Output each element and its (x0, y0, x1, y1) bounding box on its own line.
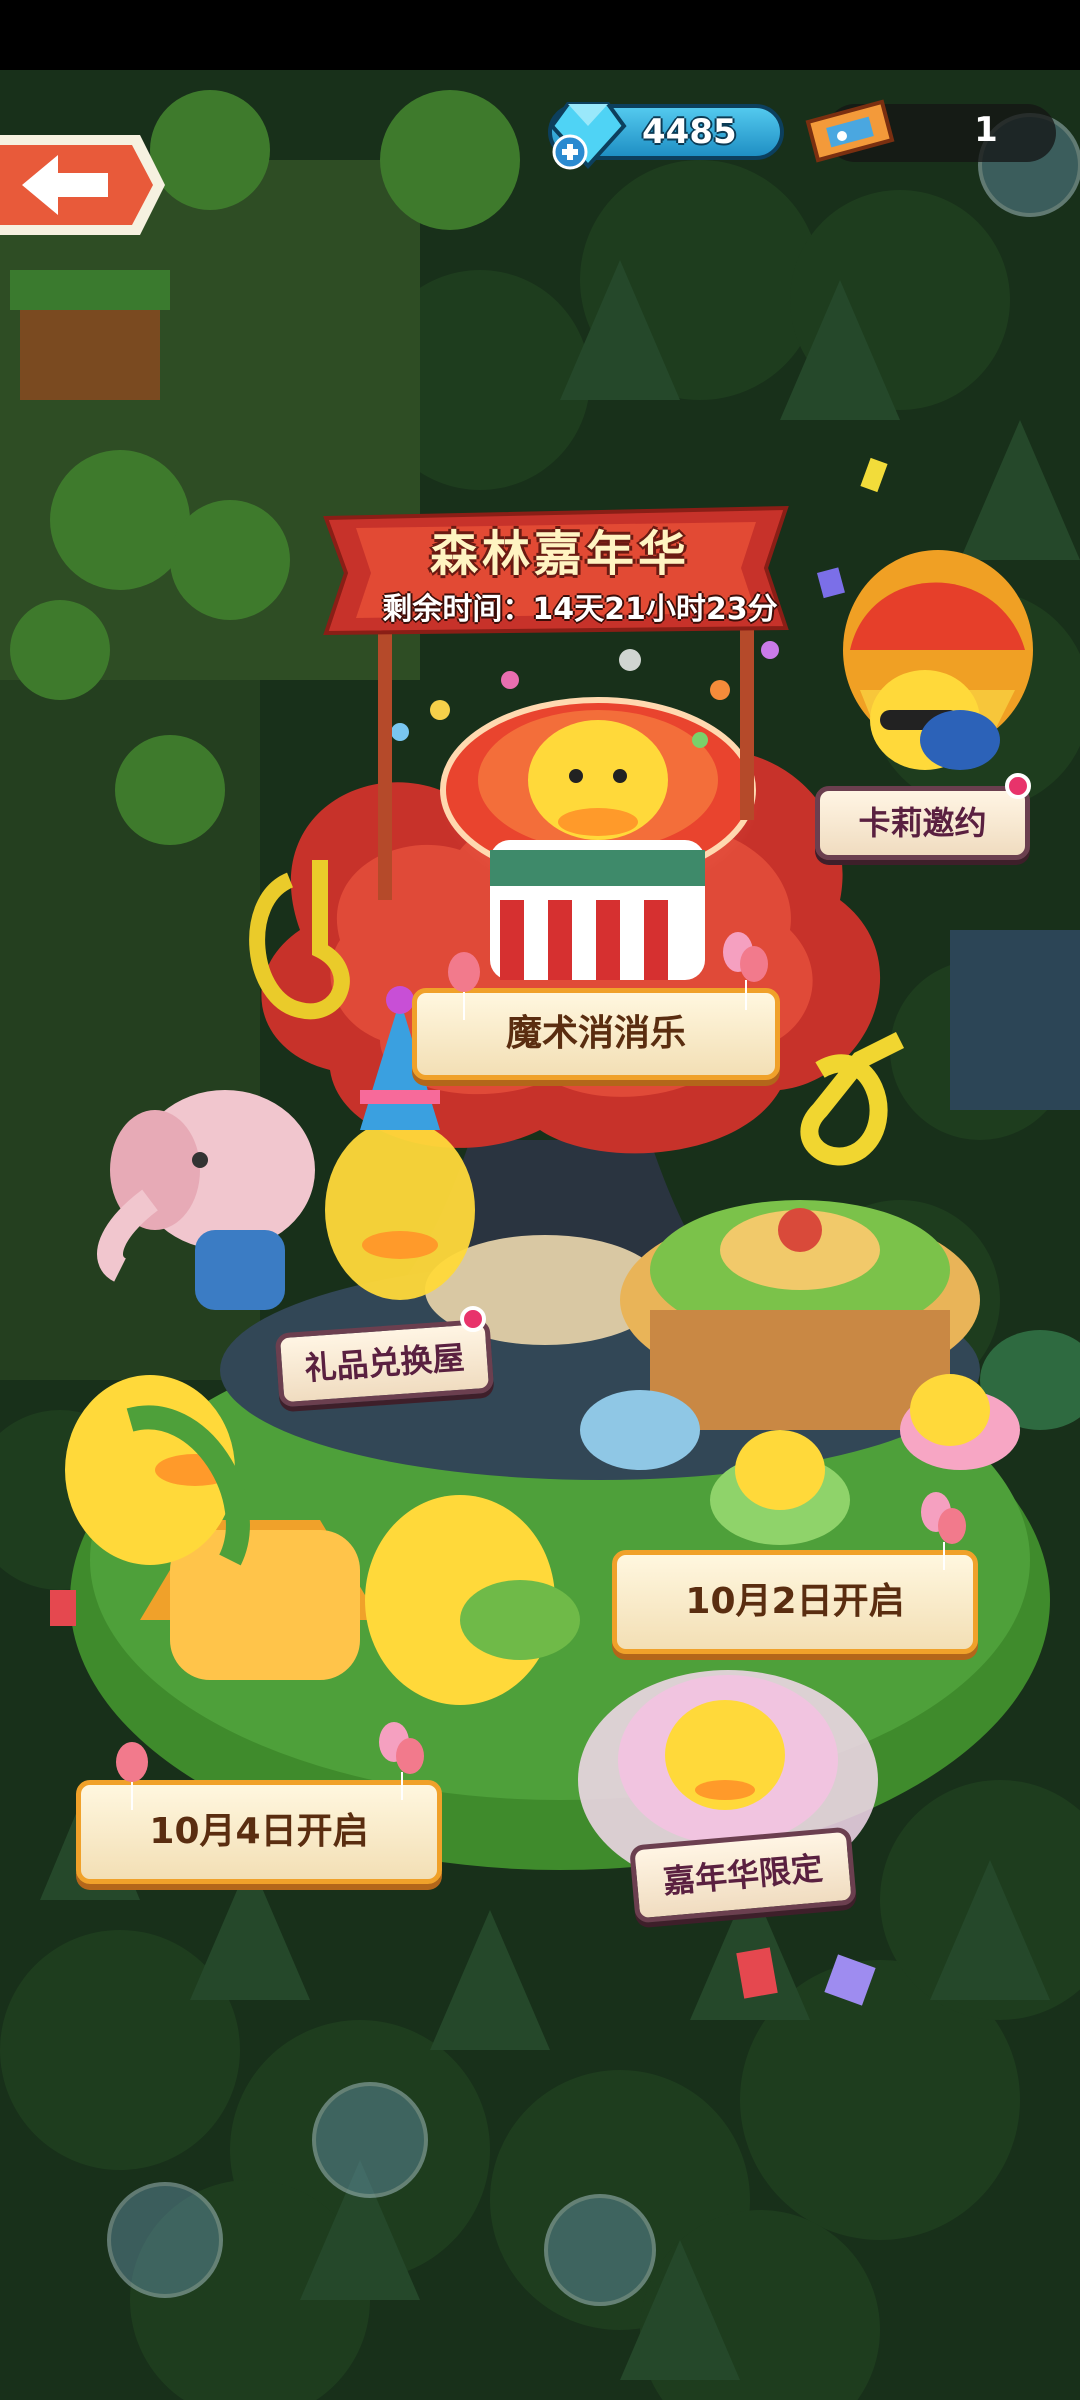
gift-exchange-button[interactable]: 礼品兑换屋 (274, 1318, 495, 1408)
festival-title: 森林嘉年华 (429, 526, 690, 582)
balloon-icon (921, 1492, 966, 1570)
carnival-limited-label: 嘉年华限定 (661, 1849, 825, 1901)
back-button[interactable] (0, 125, 165, 245)
balloon-icon (448, 952, 480, 1020)
gift-exchange-label: 礼品兑换屋 (303, 1338, 466, 1388)
notification-dot (460, 1306, 486, 1332)
teacup-ride-label: 10月2日开启 (685, 1581, 905, 1622)
notification-dot (1005, 773, 1031, 799)
back-arrow-icon (0, 135, 165, 235)
gem-add-icon[interactable] (548, 96, 628, 172)
ticket-icon (805, 99, 895, 163)
ticket-count: 1 (974, 110, 998, 150)
gem-count: 4485 (642, 112, 737, 152)
karl-invite-label: 卡莉邀约 (858, 804, 987, 842)
balloon-icon (723, 932, 768, 1010)
seesaw-ride-label: 10月4日开启 (149, 1811, 369, 1852)
status-bar (0, 0, 1080, 70)
balloon-icon (116, 1742, 148, 1810)
remaining-time: 剩余时间：14天21小时23分 (382, 592, 778, 627)
game-screen: 4485 1 森林嘉年华 剩余时间：14天21小时23分 卡莉邀约 魔术消消乐 … (0, 0, 1080, 2400)
forest-scene (0, 70, 1080, 2400)
balloon-icon (379, 1722, 424, 1800)
karl-invite-button[interactable]: 卡莉邀约 (815, 786, 1030, 860)
magic-match-label: 魔术消消乐 (505, 1013, 686, 1054)
